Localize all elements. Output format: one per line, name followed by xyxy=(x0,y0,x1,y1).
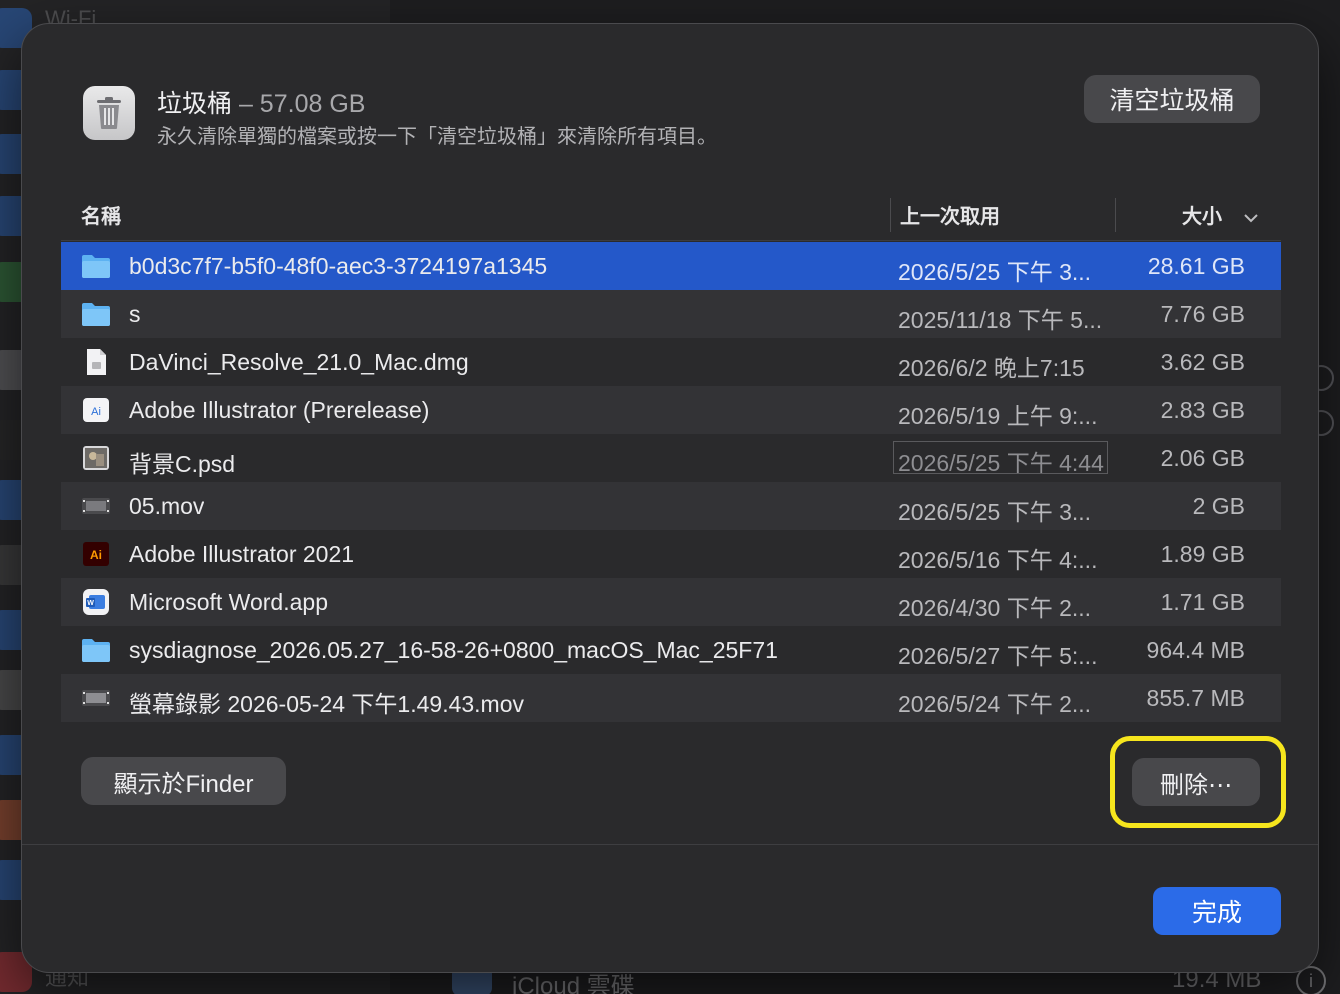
table-row[interactable]: 背景C.psd 2026/5/25 下午 4:44 2.06 GB xyxy=(61,434,1281,482)
file-size: 855.7 MB xyxy=(1146,685,1245,711)
column-separator[interactable] xyxy=(890,198,891,232)
column-header-size[interactable]: 大小 xyxy=(1182,200,1258,230)
file-last-accessed: 2026/5/24 下午 2... xyxy=(898,691,1092,717)
file-size: 2.83 GB xyxy=(1160,397,1245,423)
file-name: Adobe Illustrator (Prerelease) xyxy=(129,397,430,423)
movie-file-icon xyxy=(81,492,111,520)
illustrator-icon: Ai xyxy=(81,540,111,568)
folder-icon xyxy=(81,636,111,664)
sheet-subtitle: 永久清除單獨的檔案或按一下「清空垃圾桶」來清除所有項目。 xyxy=(157,126,717,148)
trash-sheet: 垃圾桶 – 57.08 GB 永久清除單獨的檔案或按一下「清空垃圾桶」來清除所有… xyxy=(21,23,1319,973)
table-row[interactable]: 螢幕錄影 2026-05-24 下午1.49.43.mov 2026/5/24 … xyxy=(61,674,1281,722)
table-row[interactable]: DaVinci_Resolve_21.0_Mac.dmg 2026/6/2 晚上… xyxy=(61,338,1281,386)
file-size: 2.06 GB xyxy=(1160,445,1245,471)
file-name: 螢幕錄影 2026-05-24 下午1.49.43.mov xyxy=(129,691,525,717)
file-name: 背景C.psd xyxy=(129,451,236,477)
done-button[interactable]: 完成 xyxy=(1153,887,1281,935)
footer-divider xyxy=(22,844,1318,845)
show-in-finder-button[interactable]: 顯示於Finder xyxy=(81,757,286,805)
file-last-accessed: 2026/4/30 下午 2... xyxy=(898,595,1092,621)
movie-file-icon xyxy=(81,684,111,712)
svg-text:Ai: Ai xyxy=(91,406,101,418)
list-overflow-fade xyxy=(61,734,1281,754)
file-name: sysdiagnose_2026.05.27_16-58-26+0800_mac… xyxy=(129,637,778,663)
table-row[interactable]: Ai Adobe Illustrator 2021 2026/5/16 下午 4… xyxy=(61,530,1281,578)
table-row[interactable]: Ai Adobe Illustrator (Prerelease) 2026/5… xyxy=(61,386,1281,434)
file-size: 7.76 GB xyxy=(1160,301,1245,327)
file-last-accessed: 2026/5/25 下午 3... xyxy=(898,499,1092,525)
file-name: Adobe Illustrator 2021 xyxy=(129,541,355,567)
trash-icon xyxy=(83,86,135,140)
column-separator[interactable] xyxy=(1115,198,1116,232)
dmg-file-icon xyxy=(81,348,111,376)
header-divider xyxy=(61,240,1281,241)
table-row[interactable]: W Microsoft Word.app 2026/4/30 下午 2... 1… xyxy=(61,578,1281,626)
file-last-accessed: 2026/5/16 下午 4:... xyxy=(898,547,1098,573)
file-name: Microsoft Word.app xyxy=(129,589,328,615)
file-last-accessed-tooltip: 2026/5/25 下午 4:44 xyxy=(893,441,1108,474)
column-header-name[interactable]: 名稱 xyxy=(81,200,121,230)
psd-file-icon xyxy=(81,444,111,472)
file-last-accessed: 2026/6/2 晚上7:15 xyxy=(898,355,1085,381)
folder-icon xyxy=(81,300,111,328)
illustrator-prerelease-icon: Ai xyxy=(81,396,111,424)
file-last-accessed: 2025/11/18 下午 5... xyxy=(898,307,1103,333)
file-name: 05.mov xyxy=(129,493,205,519)
table-row[interactable]: s 2025/11/18 下午 5... 7.76 GB xyxy=(61,290,1281,338)
column-header-last-accessed[interactable]: 上一次取用 xyxy=(900,200,1000,230)
file-size: 1.71 GB xyxy=(1160,589,1245,615)
table-row[interactable]: b0d3c7f7-b5f0-48f0-aec3-3724197a1345 202… xyxy=(61,242,1281,290)
trash-file-list[interactable]: b0d3c7f7-b5f0-48f0-aec3-3724197a1345 202… xyxy=(61,242,1281,734)
file-last-accessed: 2026/5/19 上午 9:... xyxy=(898,403,1098,429)
word-app-icon: W xyxy=(81,588,111,616)
file-name: s xyxy=(129,301,141,327)
sheet-title: 垃圾桶 – 57.08 GB xyxy=(157,84,365,120)
file-size: 964.4 MB xyxy=(1146,637,1245,663)
trash-total-size: – 57.08 GB xyxy=(232,90,366,118)
file-size: 28.61 GB xyxy=(1147,253,1245,279)
folder-icon xyxy=(81,252,111,280)
trash-title: 垃圾桶 xyxy=(157,90,233,118)
file-last-accessed: 2026/5/25 下午 3... xyxy=(898,259,1092,285)
table-row[interactable]: sysdiagnose_2026.05.27_16-58-26+0800_mac… xyxy=(61,626,1281,674)
file-size: 3.62 GB xyxy=(1160,349,1245,375)
file-last-accessed: 2026/5/27 下午 5:... xyxy=(898,643,1098,669)
svg-text:W: W xyxy=(87,600,94,607)
delete-button[interactable]: 刪除⋯ xyxy=(1132,758,1260,806)
empty-trash-button[interactable]: 清空垃圾桶 xyxy=(1084,75,1260,123)
file-name: b0d3c7f7-b5f0-48f0-aec3-3724197a1345 xyxy=(129,253,548,279)
chevron-down-icon xyxy=(1243,206,1258,229)
table-row[interactable]: 05.mov 2026/5/25 下午 3... 2 GB xyxy=(61,482,1281,530)
column-header-size-label: 大小 xyxy=(1182,206,1222,228)
file-name: DaVinci_Resolve_21.0_Mac.dmg xyxy=(129,349,469,375)
file-size: 2 GB xyxy=(1192,493,1245,519)
svg-text:Ai: Ai xyxy=(90,548,102,562)
file-size: 1.89 GB xyxy=(1160,541,1245,567)
